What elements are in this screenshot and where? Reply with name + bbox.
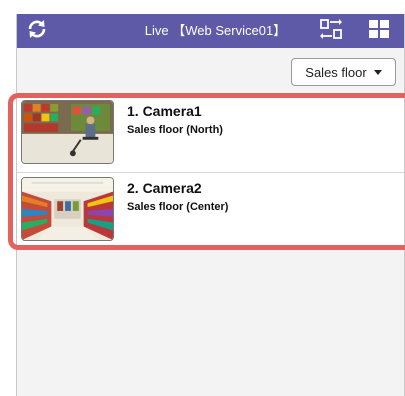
camera-list-item-1[interactable]: 1. Camera1 Sales floor (North)	[17, 96, 404, 173]
camera-name-2: 2. Camera2	[127, 180, 202, 196]
page-title: Live 【Web Service01】	[144, 23, 287, 38]
refresh-icon	[26, 18, 48, 45]
chevron-down-icon	[373, 69, 382, 75]
app-frame: Live 【Web Service01】 Sales floor 1. Came…	[16, 14, 405, 396]
refresh-button[interactable]	[23, 18, 51, 44]
camera-thumbnail-2	[21, 177, 114, 241]
grid-layout-icon	[368, 19, 390, 44]
camera-location-1: Sales floor (North)	[127, 124, 223, 136]
grid-layout-button[interactable]	[365, 18, 393, 44]
camera-switch-button[interactable]	[317, 18, 345, 44]
camera-name-1: 1. Camera1	[127, 103, 202, 119]
camera-list-item-2[interactable]: 2. Camera2 Sales floor (Center)	[17, 173, 404, 250]
area-filter-value: Sales floor	[305, 64, 367, 80]
camera-thumbnail-1	[21, 100, 114, 164]
area-filter-dropdown[interactable]: Sales floor	[291, 58, 396, 86]
camera-location-2: Sales floor (Center)	[127, 201, 229, 213]
camera-switch-icon	[319, 18, 343, 45]
app-header: Live 【Web Service01】	[17, 14, 404, 48]
camera-list: 1. Camera1 Sales floor (North) 2. Camera…	[17, 96, 404, 250]
